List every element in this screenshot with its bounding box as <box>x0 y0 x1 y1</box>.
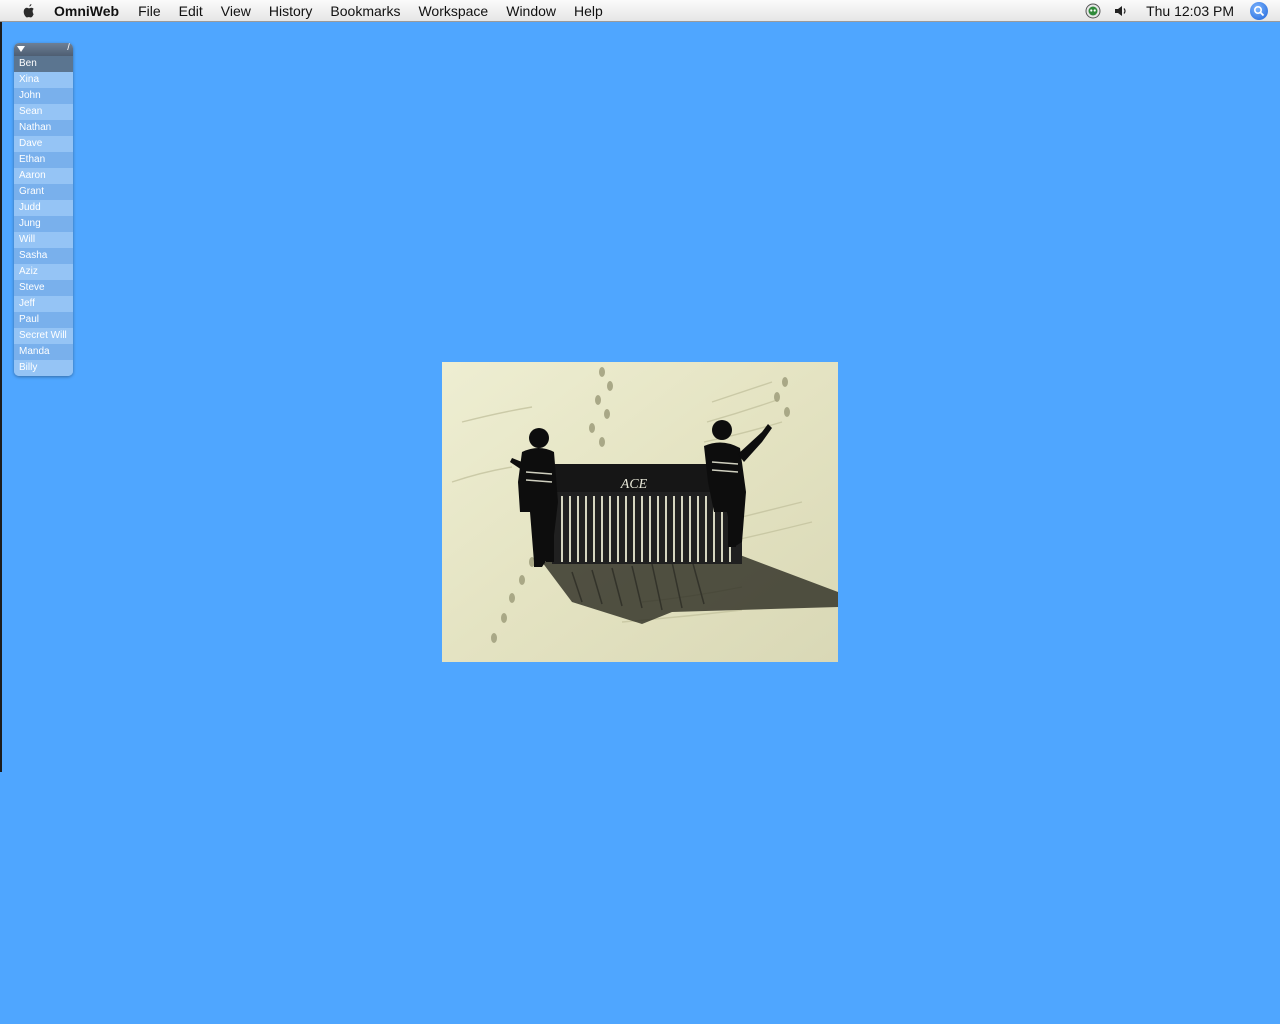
drawer-path-label: / <box>67 43 70 53</box>
workspace-item[interactable]: Xina <box>14 72 73 88</box>
workspace-item[interactable]: Will <box>14 232 73 248</box>
workspace-item[interactable]: Billy <box>14 360 73 376</box>
workspace-item[interactable]: Manda <box>14 344 73 360</box>
desktop-photo: ACE <box>442 362 838 662</box>
workspace-item[interactable]: Sean <box>14 104 73 120</box>
menu-history[interactable]: History <box>260 0 322 22</box>
workspace-item[interactable]: Ben <box>14 56 73 72</box>
workspace-item[interactable]: Secret Will <box>14 328 73 344</box>
workspace-item[interactable]: Aziz <box>14 264 73 280</box>
menu-view[interactable]: View <box>212 0 260 22</box>
spotlight-search-icon[interactable] <box>1250 2 1268 20</box>
menu-edit[interactable]: Edit <box>170 0 212 22</box>
menu-clock[interactable]: Thu 12:03 PM <box>1146 3 1234 19</box>
workspace-item[interactable]: Jung <box>14 216 73 232</box>
workspace-item[interactable]: Sasha <box>14 248 73 264</box>
disclosure-triangle-icon[interactable] <box>17 46 25 52</box>
chat-status-icon[interactable] <box>1084 2 1102 20</box>
apple-logo-icon[interactable] <box>20 3 36 19</box>
menu-bookmarks[interactable]: Bookmarks <box>321 0 409 22</box>
workspace-item[interactable]: Grant <box>14 184 73 200</box>
photo-illustration: ACE <box>442 362 838 662</box>
workspace-item[interactable]: Aaron <box>14 168 73 184</box>
workspace-item[interactable]: Jeff <box>14 296 73 312</box>
workspace-list: Ben Xina John Sean Nathan Dave Ethan Aar… <box>14 56 73 376</box>
menu-help[interactable]: Help <box>565 0 612 22</box>
menu-extras: Thu 12:03 PM <box>1084 0 1280 22</box>
menu-bar: OmniWeb File Edit View History Bookmarks… <box>0 0 1280 22</box>
workspace-item[interactable]: John <box>14 88 73 104</box>
workspace-item[interactable]: Nathan <box>14 120 73 136</box>
workspace-item[interactable]: Judd <box>14 200 73 216</box>
workspace-item[interactable]: Paul <box>14 312 73 328</box>
window-edge <box>0 22 2 772</box>
menu-workspace[interactable]: Workspace <box>409 0 497 22</box>
volume-icon[interactable] <box>1112 2 1130 20</box>
workspace-item[interactable]: Dave <box>14 136 73 152</box>
sign-text: ACE <box>620 477 648 492</box>
menu-window[interactable]: Window <box>497 0 565 22</box>
workspace-drawer: / Ben Xina John Sean Nathan Dave Ethan A… <box>14 43 73 376</box>
workspace-item[interactable]: Steve <box>14 280 73 296</box>
workspace-item[interactable]: Ethan <box>14 152 73 168</box>
drawer-header[interactable]: / <box>14 43 73 56</box>
menu-file[interactable]: File <box>129 0 170 22</box>
menu-app-name[interactable]: OmniWeb <box>54 0 129 22</box>
